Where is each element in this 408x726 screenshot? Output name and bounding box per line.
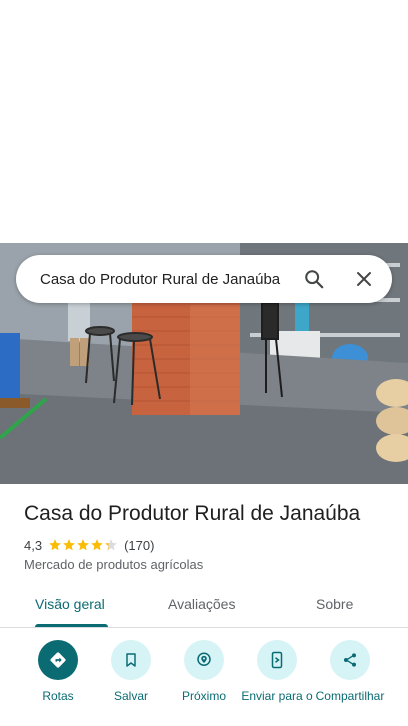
tab-overview[interactable]: Visão geral [35, 596, 105, 612]
save-button[interactable]: Salvar [94, 640, 168, 703]
rating-value: 4,3 [24, 537, 43, 553]
star-icon [77, 539, 89, 551]
nearby-icon[interactable] [184, 640, 224, 680]
search-query-text[interactable]: Casa do Produtor Rural de Janaúba [40, 271, 296, 288]
action-bar: Rotas Salvar Próximo Enviar para o Compa… [0, 640, 408, 726]
rating-row[interactable]: 4,3 (170) [24, 536, 154, 554]
save-label: Salvar [113, 689, 148, 703]
star-icon [49, 539, 61, 551]
directions-label: Rotas [42, 689, 74, 703]
nearby-label: Próximo [181, 689, 226, 703]
share-button[interactable]: Compartilhar [313, 640, 387, 703]
nearby-button[interactable]: Próximo [167, 640, 241, 703]
search-icon[interactable] [296, 261, 332, 297]
star-icon [63, 539, 75, 551]
bookmark-icon[interactable] [111, 640, 151, 680]
send-to-phone-icon[interactable] [257, 640, 297, 680]
send-to-phone-label: Enviar para o [241, 689, 313, 703]
send-to-phone-button[interactable]: Enviar para o [240, 640, 314, 703]
place-title: Casa do Produtor Rural de Janaúba [24, 502, 361, 525]
share-icon[interactable] [330, 640, 370, 680]
directions-icon[interactable] [38, 640, 78, 680]
star-icon [105, 539, 117, 551]
tab-bar: Visão geral Avaliações Sobre [0, 586, 408, 628]
place-category[interactable]: Mercado de produtos agrícolas [24, 557, 203, 572]
directions-button[interactable]: Rotas [21, 640, 95, 703]
active-tab-indicator [35, 624, 108, 627]
close-icon[interactable] [346, 261, 382, 297]
blank-top-area [0, 0, 408, 243]
tab-reviews[interactable]: Avaliações [168, 596, 235, 612]
review-count[interactable]: (170) [124, 538, 154, 553]
tab-about[interactable]: Sobre [316, 596, 353, 612]
search-bar[interactable]: Casa do Produtor Rural de Janaúba [16, 255, 392, 303]
star-rating [48, 538, 118, 552]
share-label: Compartilhar [315, 689, 385, 703]
star-icon [91, 539, 103, 551]
